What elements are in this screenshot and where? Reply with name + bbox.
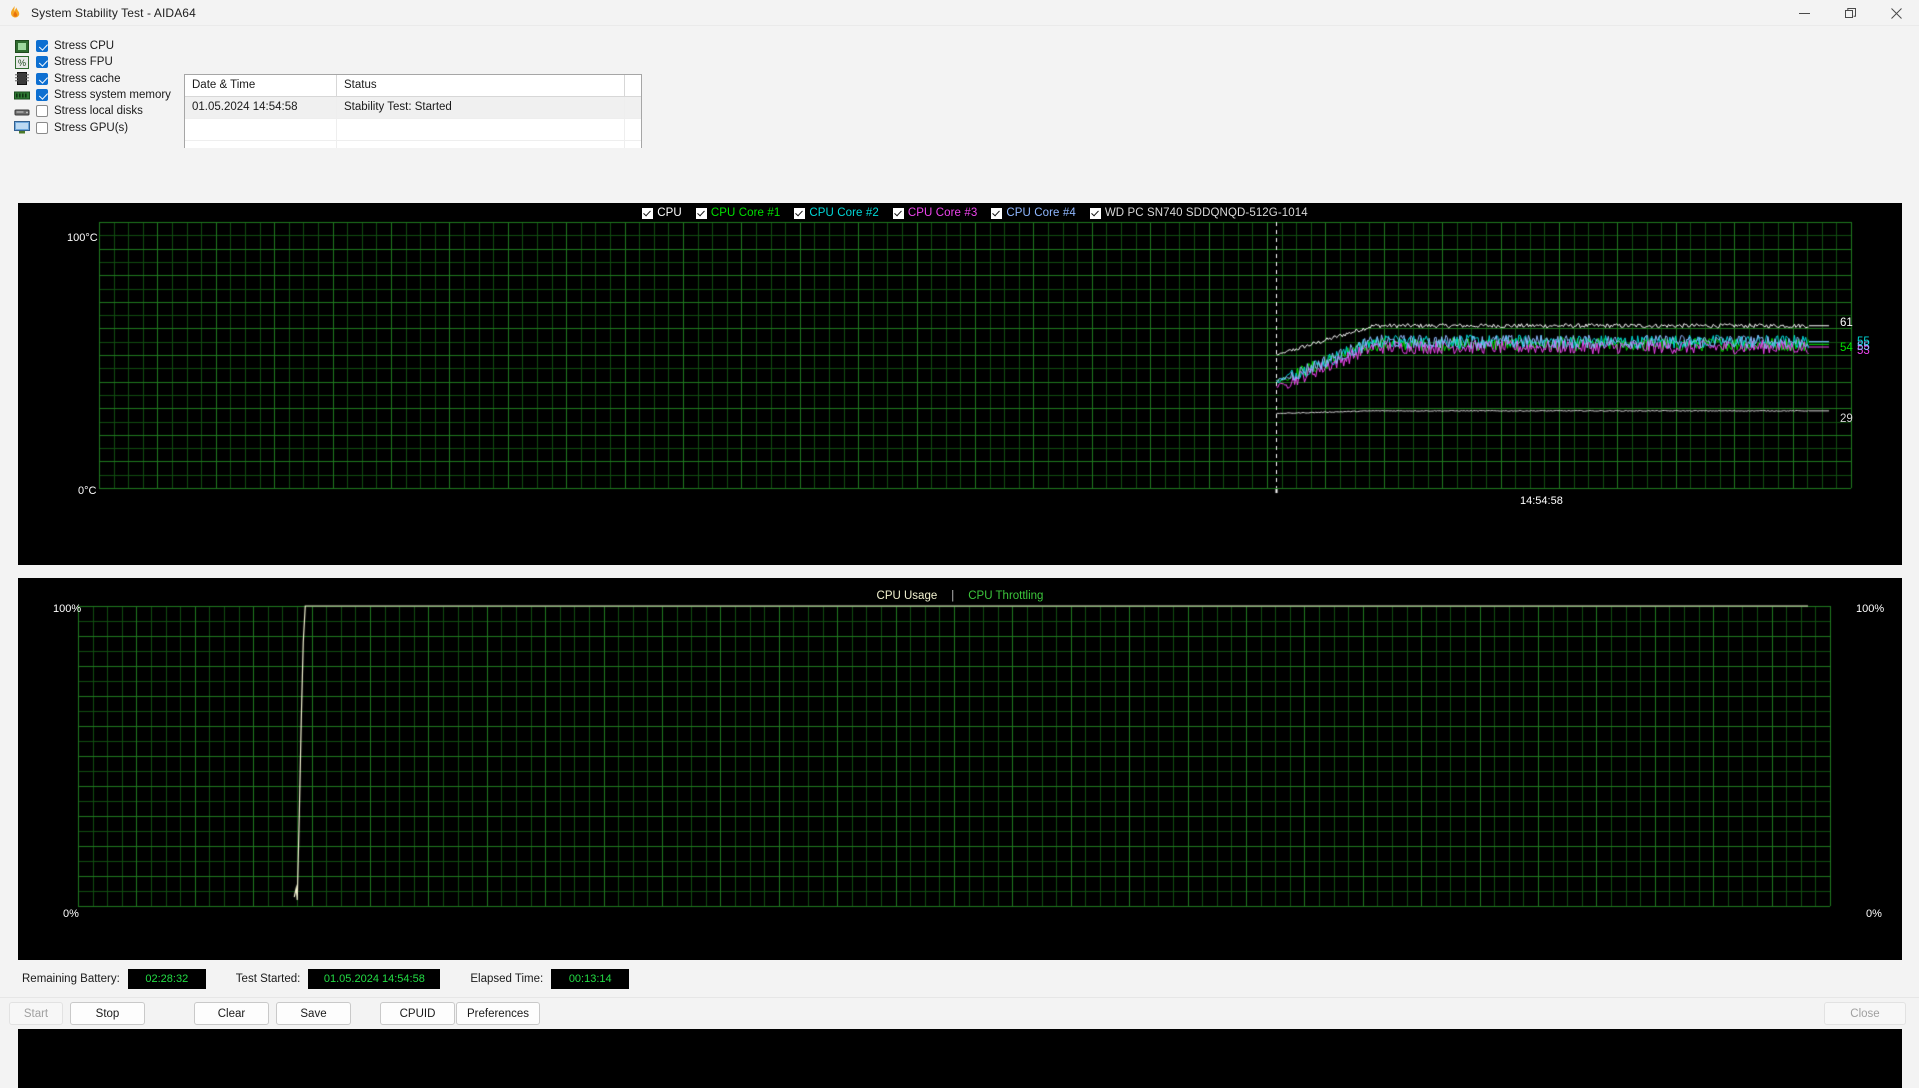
svg-text:%: % bbox=[18, 58, 26, 68]
legend-checkbox[interactable] bbox=[991, 207, 1003, 219]
stress-option-label: Stress cache bbox=[54, 72, 121, 85]
temperature-legend: CPU CPU Core #1 CPU Core #2 CPU Core #3 CPU … bbox=[49, 207, 1901, 219]
legend-label: CPU bbox=[657, 207, 682, 219]
cell-extra bbox=[625, 119, 641, 141]
maximize-icon[interactable] bbox=[1827, 0, 1873, 26]
legend-item[interactable]: CPU bbox=[642, 207, 682, 219]
temperature-plot-area: CPU CPU Core #1 CPU Core #2 CPU Core #3 CPU … bbox=[49, 204, 1901, 564]
status-strip: Remaining Battery: 02:28:32 Test Started… bbox=[0, 960, 1919, 997]
close-button: Close bbox=[1824, 1002, 1906, 1025]
legend-label: CPU Core #2 bbox=[809, 207, 879, 219]
table-row[interactable] bbox=[185, 119, 641, 141]
checkbox-stress-local-disks[interactable] bbox=[36, 105, 48, 118]
elapsed-time-label: Elapsed Time: bbox=[470, 972, 544, 985]
fpu-percent-icon: % bbox=[14, 55, 30, 70]
cell-status: Stability Test: Started bbox=[337, 97, 625, 119]
battery-label: Remaining Battery: bbox=[22, 972, 120, 985]
cpuid-button[interactable]: CPUID bbox=[380, 1002, 455, 1025]
legend-checkbox[interactable] bbox=[1089, 207, 1101, 219]
checkbox-stress-gpu-s[interactable] bbox=[36, 121, 48, 134]
legend-checkbox[interactable] bbox=[892, 207, 904, 219]
cpu-legend-label[interactable]: CPU Throttling bbox=[968, 590, 1043, 602]
start-button: Start bbox=[9, 1002, 63, 1025]
stress-option-label: Stress local disks bbox=[54, 105, 143, 118]
legend-label: CPU Core #4 bbox=[1006, 207, 1076, 219]
save-button[interactable]: Save bbox=[276, 1002, 351, 1025]
stress-option-label: Stress GPU(s) bbox=[54, 121, 129, 134]
elapsed-time-value: 00:13:14 bbox=[551, 968, 630, 989]
cpu-legend-label[interactable]: CPU Usage bbox=[877, 590, 938, 602]
legend-item[interactable]: CPU Core #4 bbox=[991, 207, 1076, 219]
preferences-button[interactable]: Preferences bbox=[456, 1002, 540, 1025]
test-start-time-marker-label: 14:54:58 bbox=[1520, 495, 1563, 507]
aida64-flame-icon bbox=[7, 5, 23, 21]
series-value-label: 61 bbox=[1840, 317, 1853, 329]
stress-option-row[interactable]: Stress cache bbox=[14, 71, 184, 87]
legend-item[interactable]: CPU Core #1 bbox=[695, 207, 781, 219]
legend-checkbox[interactable] bbox=[642, 207, 654, 219]
log-table-header: Date & Time Status bbox=[185, 75, 641, 97]
temp-axis-label-top: 100°C bbox=[67, 232, 98, 244]
cell-status bbox=[337, 119, 625, 141]
cpu-axis-label-bottom-right: 0% bbox=[1866, 908, 1882, 920]
stress-option-row[interactable]: % Stress FPU bbox=[14, 54, 184, 70]
button-bar: Start Stop Clear Save CPUID Preferences Close bbox=[0, 997, 1919, 1029]
close-icon[interactable] bbox=[1873, 0, 1919, 26]
temp-axis-label-bottom: 0°C bbox=[78, 485, 97, 497]
legend-label: CPU Core #3 bbox=[907, 207, 978, 219]
column-header-datetime[interactable]: Date & Time bbox=[185, 75, 337, 97]
cpu-axis-label-top-right: 100% bbox=[1856, 603, 1885, 615]
cell-datetime: 01.05.2024 14:54:58 bbox=[185, 97, 337, 119]
clear-button[interactable]: Clear bbox=[194, 1002, 269, 1025]
cpu-axis-label-top-left: 100% bbox=[53, 603, 82, 615]
checkbox-stress-system-memory[interactable] bbox=[36, 89, 48, 102]
window-title: System Stability Test - AIDA64 bbox=[31, 5, 196, 20]
legend-label: CPU Core #1 bbox=[710, 207, 781, 219]
series-value-label: 54 bbox=[1840, 342, 1853, 354]
stress-option-row[interactable]: Stress GPU(s) bbox=[14, 119, 184, 135]
cell-extra bbox=[625, 97, 641, 119]
test-started-value: 01.05.2024 14:54:58 bbox=[308, 968, 441, 989]
legend-label: WD PC SN740 SDDQNQD-512G-1014 bbox=[1104, 207, 1308, 219]
column-header-extra[interactable] bbox=[625, 75, 641, 97]
column-header-status[interactable]: Status bbox=[337, 75, 625, 97]
test-started-label: Test Started: bbox=[235, 972, 301, 985]
checkbox-stress-fpu[interactable] bbox=[36, 56, 48, 69]
battery-value: 02:28:32 bbox=[127, 968, 206, 989]
table-row[interactable]: 01.05.2024 14:54:58 Stability Test: Start… bbox=[185, 97, 641, 119]
stress-option-label: Stress FPU bbox=[54, 56, 113, 69]
window-controls bbox=[1781, 0, 1919, 26]
legend-item[interactable]: CPU Core #3 bbox=[892, 207, 978, 219]
window-titlebar: System Stability Test - AIDA64 bbox=[0, 0, 1919, 26]
stress-option-label: Stress CPU bbox=[54, 40, 115, 53]
series-value-label: 29 bbox=[1840, 413, 1853, 425]
legend-item[interactable]: CPU Core #2 bbox=[794, 207, 879, 219]
stress-option-label: Stress system memory bbox=[54, 89, 171, 102]
cache-chip-icon bbox=[14, 71, 30, 86]
checkbox-stress-cache[interactable] bbox=[36, 72, 48, 85]
charts-area: CPU CPU Core #1 CPU Core #2 CPU Core #3 CPU … bbox=[0, 148, 1919, 1088]
hard-disk-icon bbox=[14, 104, 30, 119]
cpu-axis-label-bottom-left: 0% bbox=[63, 908, 79, 920]
stress-options-list: Stress CPU% Stress FPU Stress cache Stress … bbox=[14, 38, 184, 136]
stop-button[interactable]: Stop bbox=[70, 1002, 145, 1025]
legend-checkbox[interactable] bbox=[794, 207, 806, 219]
temperature-canvas bbox=[49, 204, 1901, 564]
checkbox-stress-cpu[interactable] bbox=[36, 40, 48, 53]
stress-option-row[interactable]: Stress CPU bbox=[14, 38, 184, 54]
cpu-chip-icon bbox=[14, 39, 30, 54]
memory-module-icon bbox=[14, 88, 30, 103]
stress-option-row[interactable]: Stress local disks bbox=[14, 103, 184, 119]
temperature-chart[interactable]: CPU CPU Core #1 CPU Core #2 CPU Core #3 CPU … bbox=[18, 203, 1902, 565]
stress-option-row[interactable]: Stress system memory bbox=[14, 87, 184, 103]
minimize-icon[interactable] bbox=[1781, 0, 1827, 26]
series-value-label: 55 bbox=[1857, 341, 1870, 353]
gpu-monitor-icon bbox=[14, 120, 30, 135]
legend-separator: | bbox=[951, 590, 955, 602]
legend-checkbox[interactable] bbox=[695, 207, 707, 219]
legend-item[interactable]: WD PC SN740 SDDQNQD-512G-1014 bbox=[1089, 207, 1308, 219]
cell-datetime bbox=[185, 119, 337, 141]
cpu-usage-legend: CPU Usage | CPU Throttling bbox=[18, 590, 1902, 602]
